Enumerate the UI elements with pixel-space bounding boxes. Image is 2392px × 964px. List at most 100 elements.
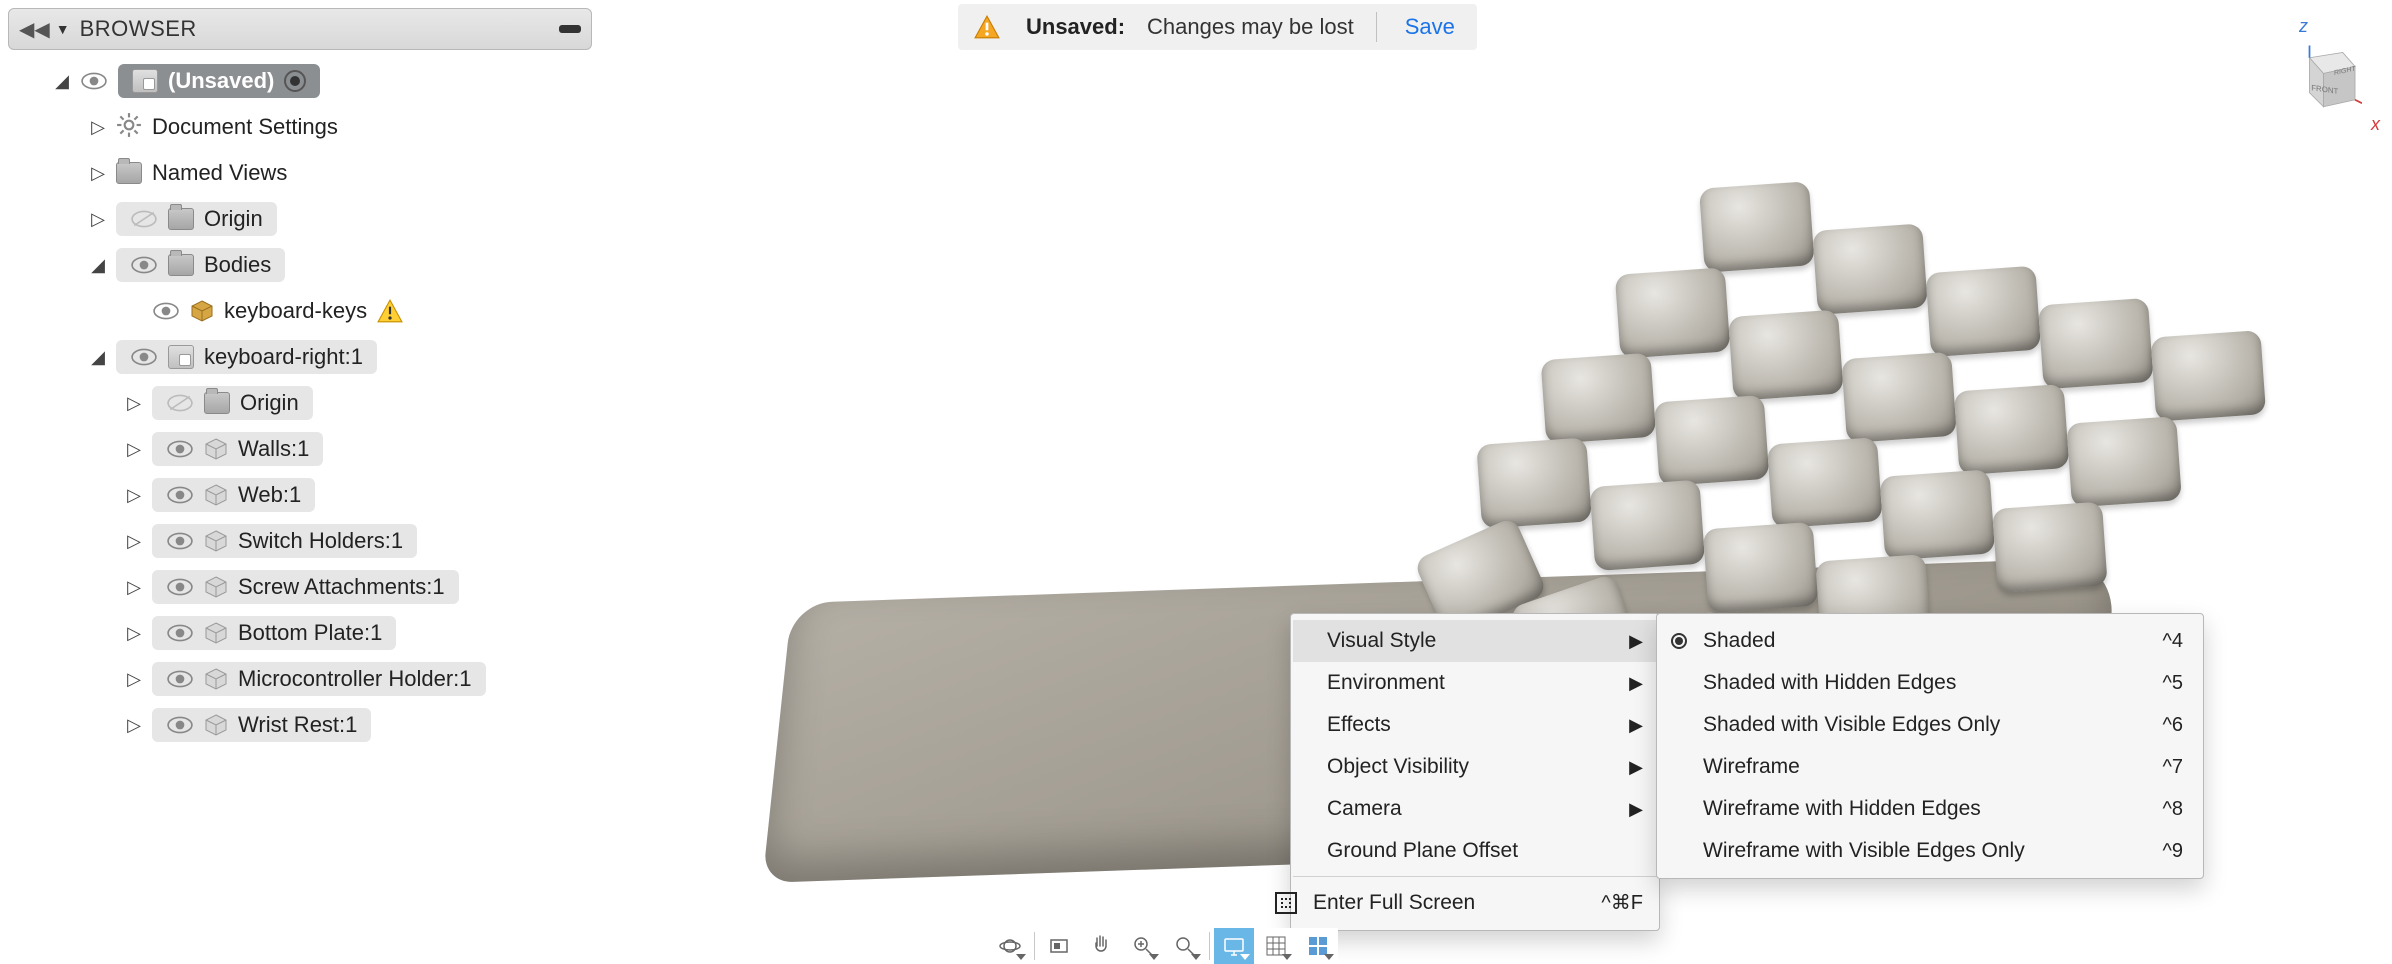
visibility-off-icon[interactable] bbox=[166, 393, 194, 413]
unsaved-message: Changes may be lost bbox=[1147, 14, 1354, 40]
shortcut-label: ^8 bbox=[2162, 798, 2183, 821]
menu-item-fullscreen[interactable]: Enter Full Screen ^⌘F bbox=[1293, 876, 1657, 924]
folder-icon bbox=[116, 162, 142, 184]
tree-label: Document Settings bbox=[152, 114, 338, 140]
tree-row-wrist-rest[interactable]: ▷ Wrist Rest:1 bbox=[18, 702, 600, 748]
tree-row-keyboard-keys[interactable]: keyboard-keys bbox=[18, 288, 600, 334]
tree-pill[interactable]: Origin bbox=[152, 386, 313, 420]
chevron-right-icon[interactable]: ▷ bbox=[126, 393, 142, 414]
grid-button[interactable] bbox=[1256, 928, 1296, 964]
tree-root-row[interactable]: ◢ (Unsaved) bbox=[18, 58, 600, 104]
tree-pill[interactable]: Microcontroller Holder:1 bbox=[152, 662, 486, 696]
mesh-body-icon bbox=[190, 299, 214, 323]
tree-pill[interactable]: Walls:1 bbox=[152, 432, 323, 466]
chevron-right-icon[interactable]: ▷ bbox=[126, 577, 142, 598]
submenu-label: Wireframe with Hidden Edges bbox=[1703, 797, 1981, 821]
orbit-button[interactable] bbox=[990, 928, 1030, 964]
browser-panel-header[interactable]: ◀◀ ▼ BROWSER bbox=[8, 8, 592, 50]
display-settings-button[interactable] bbox=[1214, 928, 1254, 964]
chevron-down-icon[interactable]: ▼ bbox=[56, 21, 70, 37]
chevron-right-icon[interactable]: ▷ bbox=[90, 163, 106, 184]
collapse-panel-icon[interactable]: ◀◀ bbox=[19, 17, 50, 42]
tree-row-switch-holders[interactable]: ▷ Switch Holders:1 bbox=[18, 518, 600, 564]
fit-button[interactable] bbox=[1165, 928, 1205, 964]
divider bbox=[1209, 932, 1210, 960]
menu-item-effects[interactable]: Effects ▶ bbox=[1293, 704, 1657, 746]
submenu-item-wireframe-visible-edges[interactable]: Wireframe with Visible Edges Only ^9 bbox=[1659, 830, 2201, 872]
tree-row-keyboard-right[interactable]: ◢ keyboard-right:1 bbox=[18, 334, 600, 380]
tree-pill[interactable]: keyboard-right:1 bbox=[116, 340, 377, 374]
visibility-icon[interactable] bbox=[166, 439, 194, 459]
tree-row-bottom-plate[interactable]: ▷ Bottom Plate:1 bbox=[18, 610, 600, 656]
tree-label: Bodies bbox=[204, 252, 271, 278]
visibility-icon[interactable] bbox=[166, 485, 194, 505]
visibility-icon[interactable] bbox=[130, 255, 158, 275]
submenu-arrow-icon: ▶ bbox=[1629, 631, 1643, 652]
submenu-item-shaded-hidden-edges[interactable]: Shaded with Hidden Edges ^5 bbox=[1659, 662, 2201, 704]
unsaved-notification: Unsaved: Changes may be lost Save bbox=[958, 4, 1477, 50]
chevron-right-icon[interactable]: ▷ bbox=[126, 623, 142, 644]
tree-row-mcu-holder[interactable]: ▷ Microcontroller Holder:1 bbox=[18, 656, 600, 702]
tree-row-origin[interactable]: ▷ Origin bbox=[18, 196, 600, 242]
visibility-icon[interactable] bbox=[166, 623, 194, 643]
shortcut-label: ^9 bbox=[2162, 840, 2183, 863]
root-label: (Unsaved) bbox=[168, 68, 274, 94]
menu-item-environment[interactable]: Environment ▶ bbox=[1293, 662, 1657, 704]
submenu-item-shaded[interactable]: Shaded ^4 bbox=[1659, 620, 2201, 662]
chevron-right-icon[interactable]: ▷ bbox=[126, 715, 142, 736]
tree-row-origin-sub[interactable]: ▷ Origin bbox=[18, 380, 600, 426]
tree-pill[interactable]: Bodies bbox=[116, 248, 285, 282]
save-link[interactable]: Save bbox=[1399, 14, 1461, 40]
visibility-icon[interactable] bbox=[166, 577, 194, 597]
warning-icon[interactable] bbox=[377, 298, 403, 324]
submenu-label: Wireframe with Visible Edges Only bbox=[1703, 839, 2025, 863]
tree-row-screw-attachments[interactable]: ▷ Screw Attachments:1 bbox=[18, 564, 600, 610]
chevron-right-icon[interactable]: ▷ bbox=[90, 117, 106, 138]
minimize-icon[interactable] bbox=[559, 25, 581, 33]
menu-item-camera[interactable]: Camera ▶ bbox=[1293, 788, 1657, 830]
chevron-right-icon[interactable]: ▷ bbox=[126, 439, 142, 460]
menu-label: Effects bbox=[1327, 713, 1391, 737]
visibility-icon[interactable] bbox=[152, 301, 180, 321]
root-component-pill[interactable]: (Unsaved) bbox=[118, 64, 320, 98]
tree-label: keyboard-right:1 bbox=[204, 344, 363, 370]
chevron-right-icon[interactable]: ▷ bbox=[126, 669, 142, 690]
menu-item-ground-plane-offset[interactable]: Ground Plane Offset bbox=[1293, 830, 1657, 872]
chevron-down-icon[interactable]: ◢ bbox=[54, 71, 70, 92]
tree-row-document-settings[interactable]: ▷ Document Settings bbox=[18, 104, 600, 150]
tree-label: Web:1 bbox=[238, 482, 301, 508]
tree-row-web[interactable]: ▷ Web:1 bbox=[18, 472, 600, 518]
menu-item-visual-style[interactable]: Visual Style ▶ bbox=[1293, 620, 1657, 662]
visibility-icon[interactable] bbox=[80, 71, 108, 91]
chevron-right-icon[interactable]: ▷ bbox=[126, 485, 142, 506]
tree-pill[interactable]: Origin bbox=[116, 202, 277, 236]
viewports-button[interactable] bbox=[1298, 928, 1338, 964]
chevron-right-icon[interactable]: ▷ bbox=[126, 531, 142, 552]
zoom-button[interactable] bbox=[1123, 928, 1163, 964]
chevron-right-icon[interactable]: ▷ bbox=[90, 209, 106, 230]
submenu-item-wireframe[interactable]: Wireframe ^7 bbox=[1659, 746, 2201, 788]
tree-row-named-views[interactable]: ▷ Named Views bbox=[18, 150, 600, 196]
submenu-label: Wireframe bbox=[1703, 755, 1800, 779]
visibility-off-icon[interactable] bbox=[130, 209, 158, 229]
menu-item-object-visibility[interactable]: Object Visibility ▶ bbox=[1293, 746, 1657, 788]
submenu-item-shaded-visible-edges[interactable]: Shaded with Visible Edges Only ^6 bbox=[1659, 704, 2201, 746]
tree-pill[interactable]: Web:1 bbox=[152, 478, 315, 512]
chevron-down-icon[interactable]: ◢ bbox=[90, 347, 106, 368]
shortcut-label: ^4 bbox=[2162, 630, 2183, 653]
tree-pill[interactable]: Screw Attachments:1 bbox=[152, 570, 459, 604]
tree-pill[interactable]: Bottom Plate:1 bbox=[152, 616, 396, 650]
chevron-down-icon[interactable]: ◢ bbox=[90, 255, 106, 276]
tree-pill[interactable]: Wrist Rest:1 bbox=[152, 708, 371, 742]
tree-pill[interactable]: Switch Holders:1 bbox=[152, 524, 417, 558]
visibility-icon[interactable] bbox=[130, 347, 158, 367]
visibility-icon[interactable] bbox=[166, 531, 194, 551]
active-component-radio-icon[interactable] bbox=[284, 70, 306, 92]
visibility-icon[interactable] bbox=[166, 715, 194, 735]
visibility-icon[interactable] bbox=[166, 669, 194, 689]
look-at-button[interactable] bbox=[1039, 928, 1079, 964]
tree-row-bodies[interactable]: ◢ Bodies bbox=[18, 242, 600, 288]
pan-button[interactable] bbox=[1081, 928, 1121, 964]
tree-row-walls[interactable]: ▷ Walls:1 bbox=[18, 426, 600, 472]
submenu-item-wireframe-hidden-edges[interactable]: Wireframe with Hidden Edges ^8 bbox=[1659, 788, 2201, 830]
